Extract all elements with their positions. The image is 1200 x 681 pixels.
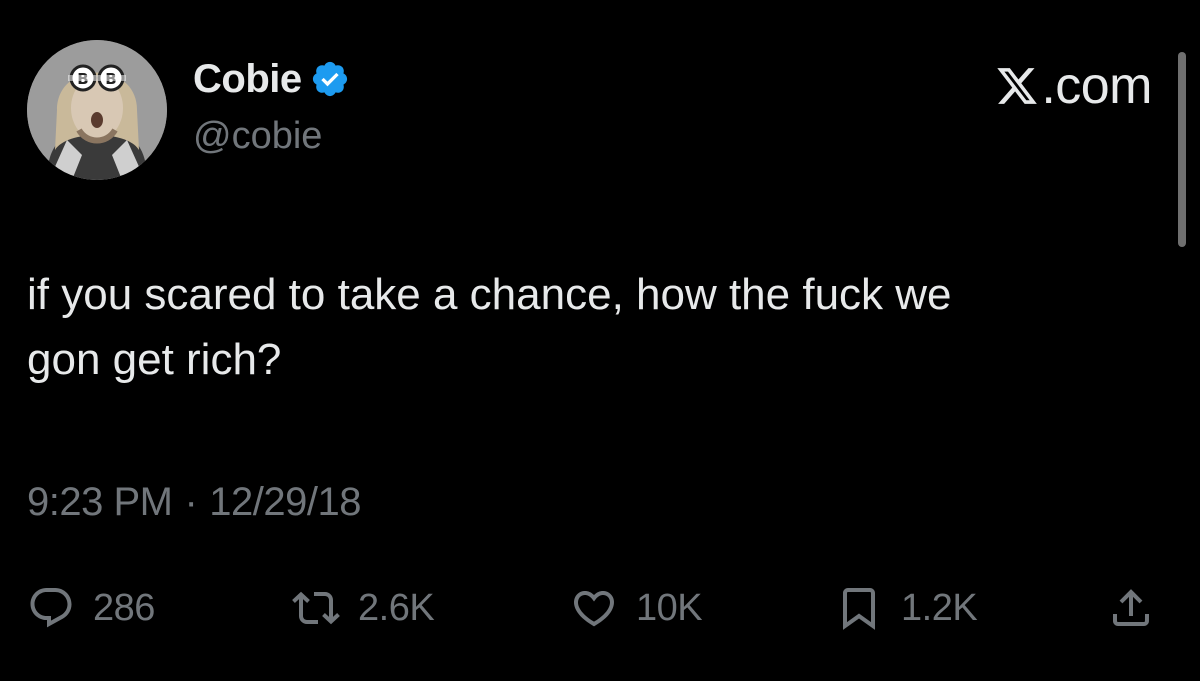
share-button[interactable] xyxy=(1107,580,1155,636)
reply-icon xyxy=(30,588,72,628)
repost-count: 2.6K xyxy=(358,586,435,629)
tweet-meta: 9:23 PM · 12/29/18 xyxy=(27,480,361,525)
bookmark-count: 1.2K xyxy=(901,586,978,629)
tweet-text: if you scared to take a chance, how the … xyxy=(27,270,952,384)
tweet-time[interactable]: 9:23 PM xyxy=(27,480,173,525)
like-button[interactable]: 10K xyxy=(570,580,703,636)
heart-icon xyxy=(573,591,615,627)
tweet-date[interactable]: 12/29/18 xyxy=(209,480,361,525)
verified-badge-icon xyxy=(312,61,347,97)
avatar[interactable]: B B xyxy=(27,40,167,180)
repost-icon xyxy=(292,591,340,625)
bookmark-button[interactable]: 1.2K xyxy=(835,580,978,636)
action-bar: 286 2.6K 10K 1.2K xyxy=(27,580,1167,636)
x-com-watermark: .com xyxy=(995,56,1152,116)
x-com-suffix: .com xyxy=(1041,57,1152,115)
reply-count: 286 xyxy=(93,586,155,629)
meta-separator: · xyxy=(184,480,198,524)
display-name[interactable]: Cobie xyxy=(193,57,302,102)
scrollbar[interactable] xyxy=(1178,52,1186,247)
author-handle[interactable]: @cobie xyxy=(193,115,322,158)
author-name-row[interactable]: Cobie xyxy=(193,55,350,103)
avatar-photo-icon: B B xyxy=(27,40,167,180)
x-logo-icon xyxy=(997,68,1038,104)
reply-button[interactable]: 286 xyxy=(27,580,155,636)
bookmark-icon xyxy=(843,588,875,630)
share-icon xyxy=(1113,589,1149,626)
like-count: 10K xyxy=(636,586,703,629)
repost-button[interactable]: 2.6K xyxy=(292,580,435,636)
